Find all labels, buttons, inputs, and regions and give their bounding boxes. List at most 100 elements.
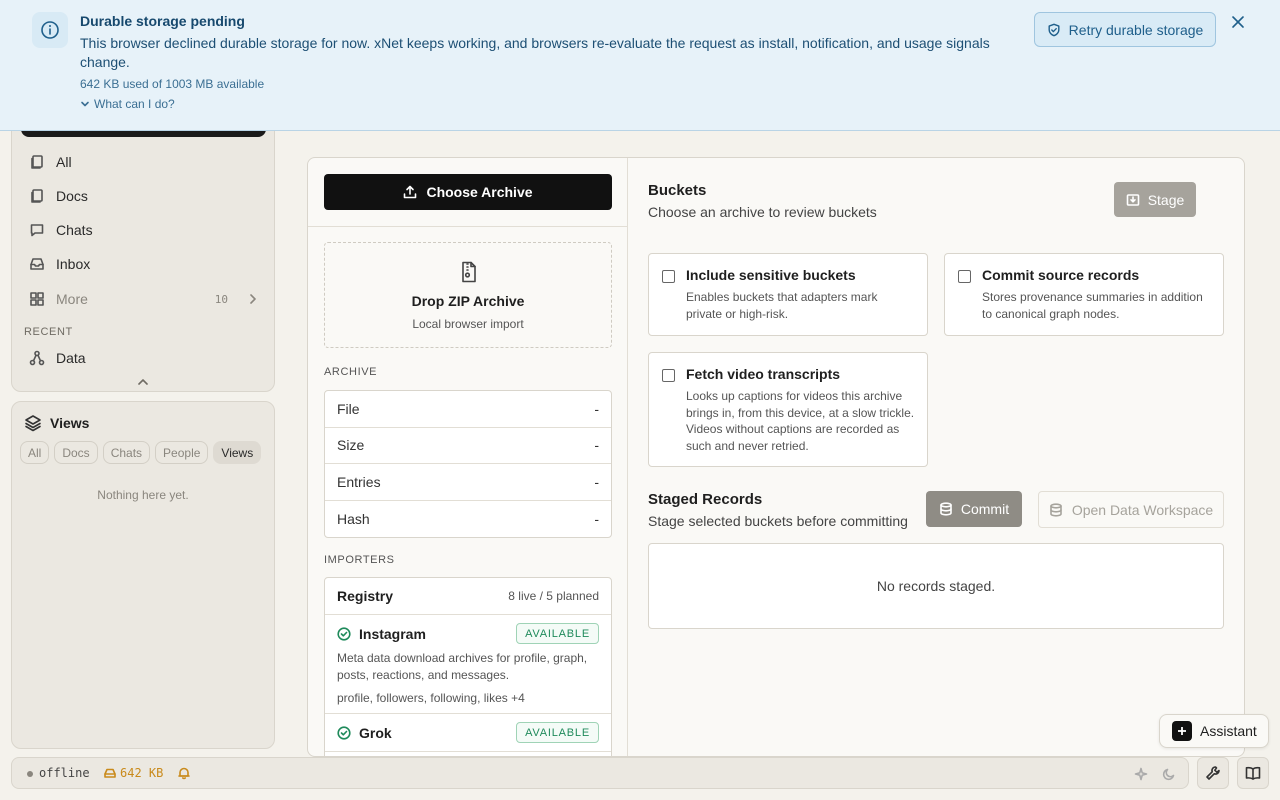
- close-icon[interactable]: [1228, 12, 1248, 32]
- status-badge: AVAILABLE: [516, 722, 599, 743]
- connection-dot: [27, 771, 33, 777]
- staged-records-title: Staged Records: [648, 491, 763, 508]
- option-commit-source-records[interactable]: Commit source records Stores provenance …: [944, 253, 1224, 336]
- option-include-sensitive[interactable]: Include sensitive buckets Enables bucket…: [648, 253, 928, 336]
- staged-records-subtitle: Stage selected buckets before committing: [648, 513, 908, 529]
- chevron-up-icon[interactable]: [136, 375, 150, 389]
- status-bar: offline 642 KB: [11, 757, 1189, 789]
- table-row: Size -: [325, 428, 611, 464]
- checkbox[interactable]: [958, 270, 971, 283]
- option-fetch-video-transcripts[interactable]: Fetch video transcripts Looks up caption…: [648, 352, 928, 467]
- sidebar-item-docs[interactable]: Docs: [28, 182, 260, 210]
- drop-subtitle: Local browser import: [412, 317, 524, 331]
- row-value: -: [594, 400, 599, 417]
- chat-icon: [28, 221, 46, 239]
- wrench-icon[interactable]: [1197, 757, 1229, 789]
- retry-label: Retry durable storage: [1068, 21, 1204, 38]
- archive-details-table: File - Size - Entries - Hash -: [324, 390, 612, 538]
- importer-description: Meta data download archives for profile,…: [337, 651, 588, 682]
- chip-chats[interactable]: Chats: [102, 441, 151, 464]
- chip-people[interactable]: People: [155, 441, 209, 464]
- retry-durable-storage-button[interactable]: Retry durable storage: [1034, 12, 1216, 47]
- recent-item-data[interactable]: Data: [28, 344, 260, 372]
- open-data-workspace-button[interactable]: Open Data Workspace: [1038, 491, 1224, 528]
- chevron-down-icon: [80, 99, 90, 109]
- sidebar-item-label: More: [56, 291, 88, 307]
- choose-archive-button[interactable]: Choose Archive: [324, 174, 612, 210]
- commit-label: Commit: [960, 501, 1010, 517]
- assistant-label: Assistant: [1200, 723, 1257, 739]
- row-value: -: [594, 510, 599, 527]
- chip-all[interactable]: All: [20, 441, 50, 464]
- workspace-label: Open Data Workspace: [1071, 501, 1214, 518]
- views-header: Views: [24, 414, 89, 432]
- download-tray-icon: [1126, 193, 1140, 207]
- registry-count: 8 live / 5 planned: [508, 589, 599, 603]
- chip-views[interactable]: Views: [213, 441, 262, 464]
- registry-title: Registry: [337, 588, 394, 604]
- what-can-i-do-toggle[interactable]: What can I do?: [80, 97, 175, 111]
- choose-archive-label: Choose Archive: [426, 184, 533, 200]
- zip-dropzone[interactable]: Drop ZIP Archive Local browser import: [324, 242, 612, 348]
- commit-button[interactable]: Commit: [926, 491, 1022, 527]
- option-title: Include sensitive buckets: [686, 267, 856, 283]
- divider: [308, 226, 628, 227]
- moon-icon[interactable]: [1162, 767, 1176, 781]
- storage-indicator[interactable]: 642 KB: [104, 766, 163, 780]
- sparkle-icon[interactable]: [1134, 767, 1148, 781]
- row-key: Size: [337, 437, 365, 454]
- option-title: Fetch video transcripts: [686, 366, 841, 382]
- database-icon: [1049, 502, 1063, 517]
- sidebar-item-label: Docs: [56, 188, 88, 204]
- table-row: File -: [325, 391, 611, 428]
- stage-label: Stage: [1147, 191, 1185, 208]
- stage-button[interactable]: Stage: [1114, 182, 1196, 217]
- sidebar-item-label: All: [56, 154, 72, 170]
- plus-icon: [1172, 721, 1192, 741]
- storage-usage: 642 KB used of 1003 MB available: [80, 77, 265, 91]
- storage-banner: Durable storage pending This browser dec…: [0, 0, 1280, 131]
- sidebar-item-inbox[interactable]: Inbox: [28, 250, 260, 278]
- more-count: 10: [214, 292, 228, 306]
- option-title: Commit source records: [982, 267, 1140, 283]
- checkbox[interactable]: [662, 270, 675, 283]
- bell-icon[interactable]: [177, 766, 191, 780]
- table-row: Hash -: [325, 501, 611, 538]
- views-panel: Views All Docs Chats People Views Nothin…: [11, 401, 275, 749]
- chevron-right-icon: [246, 292, 260, 306]
- importer-grok[interactable]: Grok AVAILABLE: [325, 714, 611, 752]
- recent-label: RECENT: [24, 326, 73, 338]
- importer-name: Grok: [359, 725, 392, 741]
- hard-drive-icon: [104, 767, 116, 779]
- sidebar-item-chats[interactable]: Chats: [28, 216, 260, 244]
- check-circle-icon: [337, 627, 351, 641]
- drop-title: Drop ZIP Archive: [411, 293, 525, 309]
- sidebar-item-all[interactable]: All: [28, 148, 260, 176]
- status-badge: AVAILABLE: [516, 623, 599, 644]
- shield-check-icon: [1047, 23, 1061, 37]
- upload-icon: [403, 185, 417, 199]
- row-key: Entries: [337, 473, 381, 490]
- staged-records-empty: No records staged.: [648, 543, 1224, 629]
- views-empty-state: Nothing here yet.: [97, 488, 189, 502]
- grid-icon: [28, 290, 46, 308]
- archive-section-label: ARCHIVE: [324, 366, 378, 378]
- importer-instagram[interactable]: Instagram AVAILABLE Meta data download a…: [325, 615, 611, 714]
- chip-docs[interactable]: Docs: [54, 441, 98, 464]
- book-open-icon[interactable]: [1237, 757, 1269, 789]
- checkbox[interactable]: [662, 369, 675, 382]
- buckets-column: Buckets Choose an archive to review buck…: [628, 158, 1244, 756]
- archive-column: Choose Archive Drop ZIP Archive Local br…: [308, 158, 628, 756]
- row-value: -: [594, 437, 599, 454]
- inbox-icon: [28, 255, 46, 273]
- assistant-button[interactable]: Assistant: [1159, 714, 1269, 748]
- sidebar-item-label: Chats: [56, 222, 93, 238]
- row-key: Hash: [337, 510, 370, 527]
- importer-tags: profile, followers, following, likes +4: [337, 691, 525, 705]
- sidebar-nav: All Docs Chats Inbox More 10 RECENT Data: [11, 110, 275, 392]
- sidebar-item-more[interactable]: More 10: [28, 285, 260, 313]
- views-filter-chips: All Docs Chats People Views: [20, 441, 262, 464]
- graph-icon: [28, 349, 46, 367]
- sidebar-item-label: Data: [56, 350, 86, 366]
- row-value: -: [594, 473, 599, 490]
